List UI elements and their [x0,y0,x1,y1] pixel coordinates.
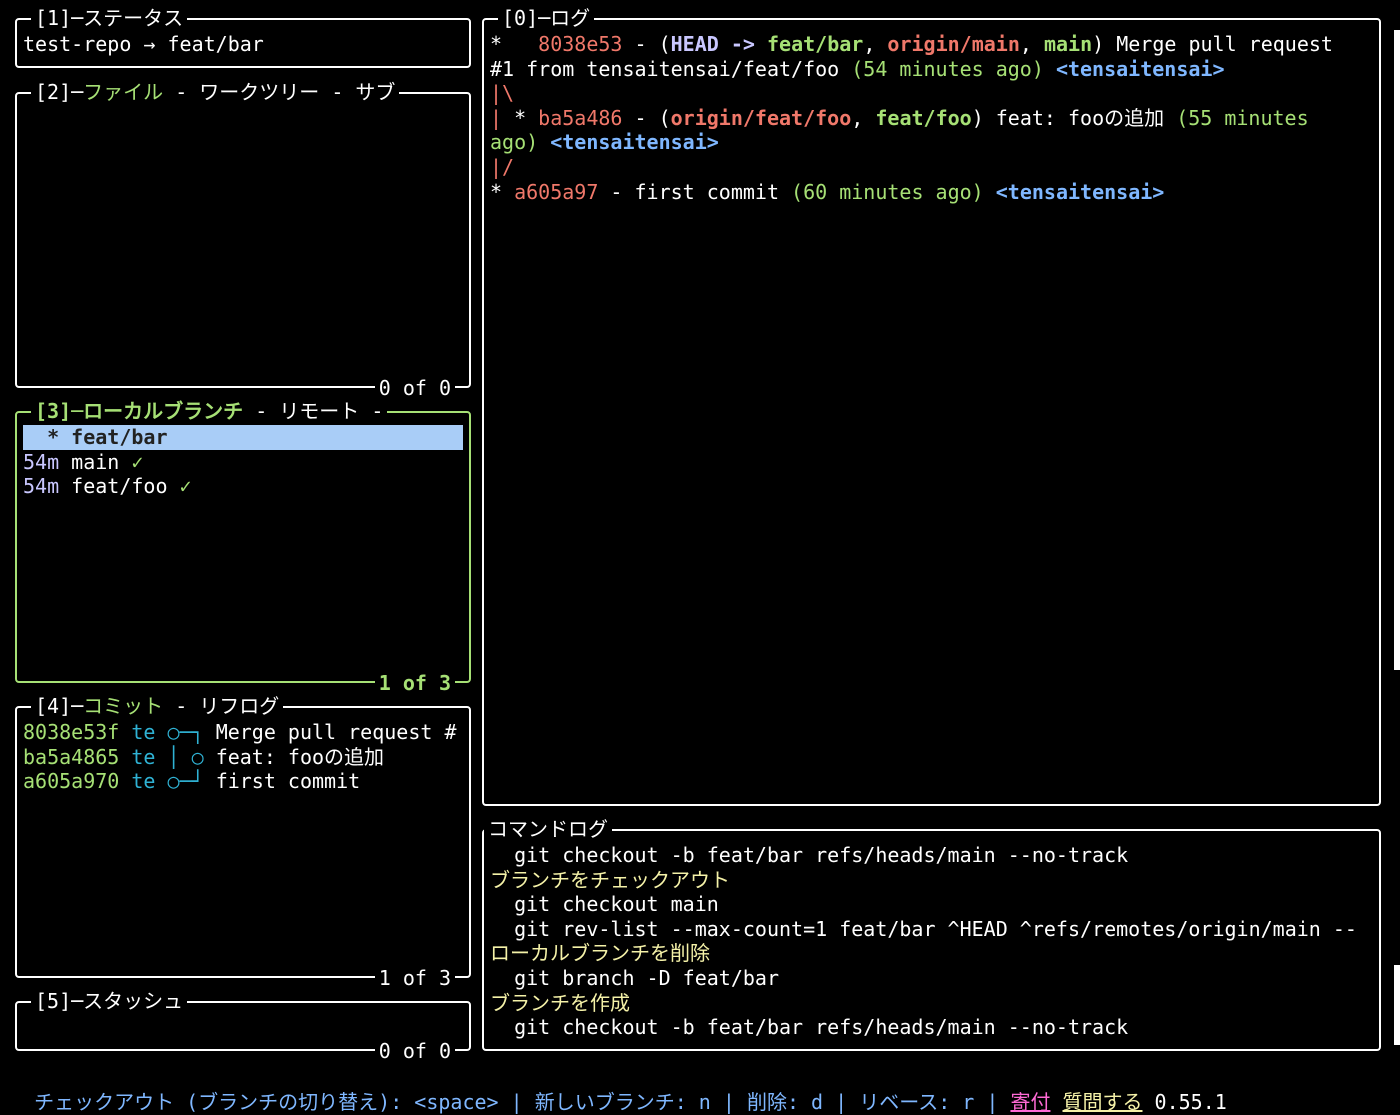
command-description: ローカルブランチを削除 [490,941,710,966]
tab-files[interactable]: ファイル [83,80,163,104]
keybinding-hints: チェックアウト (ブランチの切り替え): <space> | 新しいブランチ: … [34,1090,1011,1114]
commit-list-item[interactable]: 8038e53f te ○─┐ Merge pull request # [23,720,463,745]
commit-author: te [131,769,156,794]
commits-count: 1 of 3 [374,966,455,990]
commit-time: (54 minutes ago) [851,57,1044,81]
files-count: 0 of 0 [374,376,455,400]
commit-author: te [131,720,156,744]
commit-message: feat: fooの追加 [215,744,385,769]
log-panel-title: [0]─ログ [498,6,595,30]
repo-branch-line: test-repo → feat/bar [23,32,264,56]
branch-age: 54m [23,449,60,474]
ask-question-link[interactable]: 質問する [1063,1090,1143,1114]
commits-panel-title: [4]─コミット - リフログ [31,694,284,718]
commit-hash: ba5a4865 [23,744,120,769]
command-entry: git rev-list --max-count=1 feat/bar ^HEA… [490,916,1357,941]
keybinding-bar: チェックアウト (ブランチの切り替え): <space> | 新しいブランチ: … [10,1063,1227,1115]
log-graph-line: |/ [490,155,515,179]
command-entry: git checkout -b feat/bar refs/heads/main… [490,843,1129,867]
commit-author: <tensaitensai> [995,180,1165,204]
command-log-panel[interactable]: コマンドログ git checkout -b feat/bar refs/hea… [482,817,1381,1051]
commit-hash: 8038e53f [23,720,120,744]
commit-hash: 8038e53 [538,32,623,56]
stash-count: 0 of 0 [374,1039,455,1063]
branches-count: 1 of 3 [374,671,455,695]
branch-name: feat/foo [71,474,168,499]
branch-name: main [71,449,120,474]
command-entry: git checkout -b feat/bar refs/heads/main… [490,1015,1129,1040]
command-log-title: コマンドログ [484,817,612,841]
branches-panel-title: [3]─ローカルブランチ - リモート - [31,399,388,423]
branch-list-item[interactable]: 54m feat/foo ✓ [23,474,463,499]
command-log-scrollbar[interactable] [1394,965,1400,1045]
branch-name: feat/bar [71,425,168,449]
in-sync-check-icon: ✓ [167,474,192,499]
tab-remotes[interactable]: - リモート - [243,399,383,423]
log-line: | * ba5a486 - (origin/feat/foo, feat/foo… [490,106,1309,130]
branches-panel[interactable]: [3]─ローカルブランチ - リモート - * feat/bar 54m main… [15,399,471,695]
commit-author: te [131,744,156,769]
log-line: * 8038e53 - (HEAD -> feat/bar, origin/ma… [490,32,1333,56]
branch-list-item[interactable]: * feat/bar [23,425,463,450]
log-panel[interactable]: [0]─ログ * 8038e53 - (HEAD -> feat/bar, or… [482,6,1381,806]
command-description: ブランチを作成 [490,990,630,1015]
tab-reflog[interactable]: - リフログ [163,694,279,718]
commit-author: <tensaitensai> [550,130,719,154]
command-description: ブランチをチェックアウト [490,867,730,892]
files-panel-title: [2]─ファイル - ワークツリー - サブ [31,80,400,104]
stash-panel[interactable]: [5]─スタッシュ 0 of 0 [15,989,471,1063]
in-sync-check-icon: ✓ [119,449,144,474]
log-scrollbar[interactable] [1394,30,1400,670]
version-label: 0.55.1 [1154,1090,1227,1114]
command-entry: git branch -D feat/bar [490,966,779,990]
commit-message: first commit [215,769,361,794]
log-line: #1 from tensaitensai/feat/foo (54 minute… [490,57,1225,81]
command-entry: git checkout main [490,892,719,917]
tab-commits[interactable]: コミット [83,694,163,718]
commit-list-item[interactable]: a605a970 te ○─┘ first commit [23,769,463,794]
commit-hash: ba5a486 [538,106,623,130]
branch-age: 54m [23,474,60,499]
stash-panel-title: [5]─スタッシュ [31,989,188,1013]
commit-message: Merge pull request # [215,720,457,744]
log-line: ago) <tensaitensai> [490,130,719,154]
commit-hash: a605a970 [23,769,120,794]
commit-list-item[interactable]: ba5a4865 te │ ○ feat: fooの追加 [23,745,463,770]
commits-panel[interactable]: [4]─コミット - リフログ 8038e53f te ○─┐ Merge pu… [15,694,471,990]
commit-graph: ○─┘ [167,769,204,794]
donate-link[interactable]: 寄付 [1010,1090,1050,1114]
tab-local-branches[interactable]: [3]─ローカルブランチ [35,399,243,423]
log-graph-line: |\ [490,81,515,105]
files-panel[interactable]: [2]─ファイル - ワークツリー - サブ 0 of 0 [15,80,471,400]
tab-worktree-submodule[interactable]: - ワークツリー - サブ [163,80,395,104]
log-line: * a605a97 - first commit (60 minutes ago… [490,180,1165,204]
commit-hash: a605a97 [514,180,599,204]
commit-time: (60 minutes ago) [791,180,984,204]
commit-author: <tensaitensai> [1055,57,1225,81]
status-panel[interactable]: [1]─ステータス test-repo → feat/bar [15,6,471,68]
commit-graph: ○─┐ [167,720,204,744]
status-panel-title: [1]─ステータス [31,6,188,30]
commit-graph: │ ○ [167,744,204,769]
branch-list-item[interactable]: 54m main ✓ [23,450,463,475]
